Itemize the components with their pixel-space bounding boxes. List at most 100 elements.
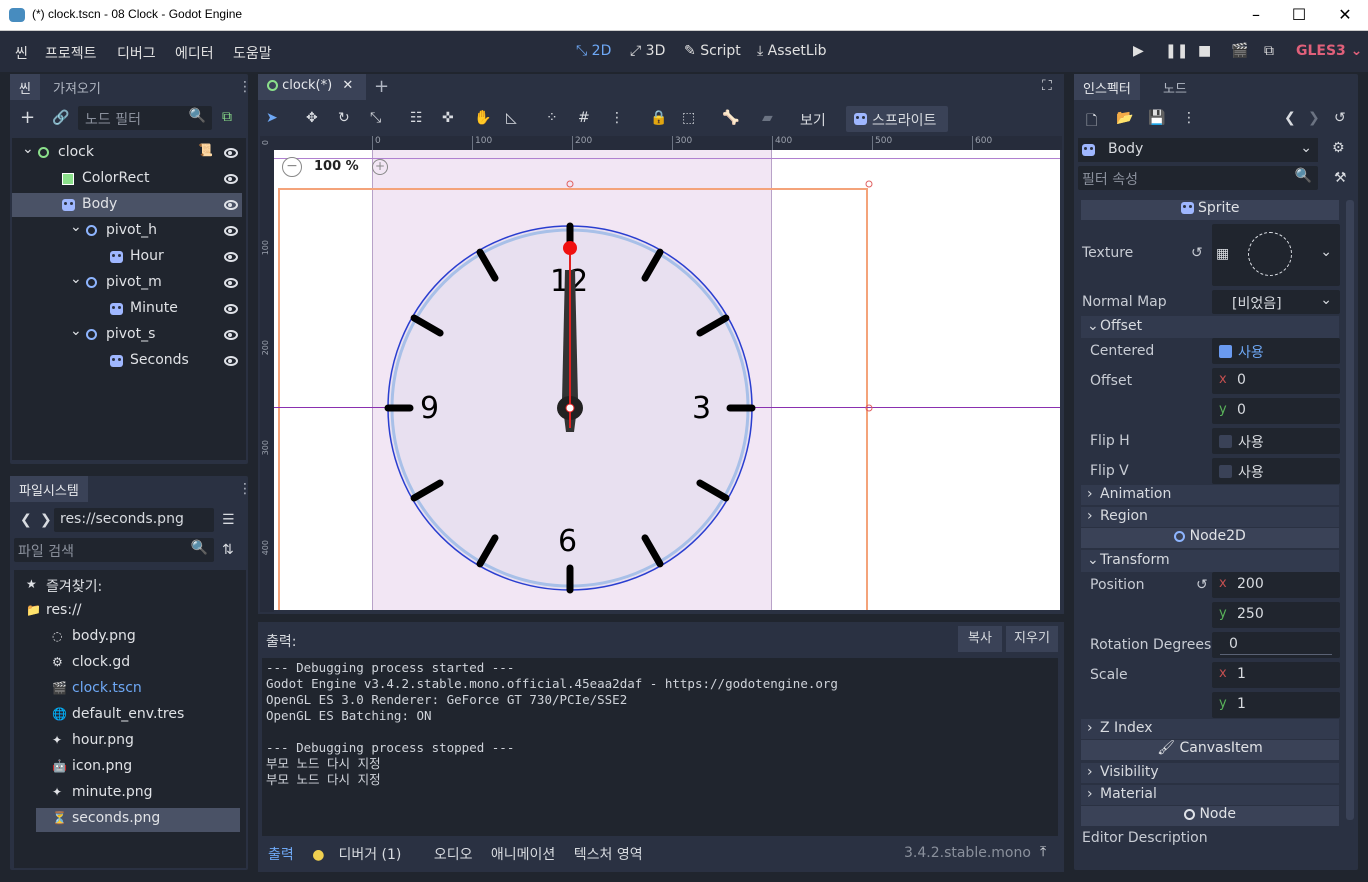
file-item[interactable]: 🌐 default_env.tres [14,704,240,728]
play-custom-scene-icon[interactable]: ⧉ [1264,43,1274,59]
new-resource-icon[interactable]: 🗋 [1086,110,1097,134]
inspector-scrollbar[interactable] [1346,200,1354,820]
smart-snap-icon[interactable]: ⁘ [546,110,558,126]
play-button[interactable]: ▶ [1133,43,1144,59]
play-scene-icon[interactable]: 🎬 [1231,43,1248,59]
scale-tool-icon[interactable]: ⤡ [370,110,381,126]
position-y-field[interactable]: y 250 [1212,602,1340,628]
add-tab-icon[interactable]: + [374,76,389,97]
tab-debugger[interactable]: ● 디버거 (1) [312,847,415,863]
node-tools-icon[interactable]: ⚙ [1332,140,1345,156]
group-region[interactable]: › Region [1081,507,1339,527]
group-z-index[interactable]: › Z Index [1081,719,1339,739]
link-icon[interactable]: 🔗 [52,110,69,126]
offset-x-field[interactable]: x 0 [1212,368,1340,394]
workspace-assetlib-button[interactable]: ⤓ AssetLib [757,43,827,59]
normal-map-field[interactable]: [비었음] ⌄ [1212,290,1340,314]
visibility-eye-icon[interactable] [224,148,238,158]
dock-menu-icon[interactable]: ⋮ [238,481,252,497]
visibility-eye-icon[interactable] [224,330,238,340]
tab-output[interactable]: 출력 [268,847,294,863]
group-visibility[interactable]: › Visibility [1081,763,1339,783]
bone-icon[interactable]: 🦴 [722,110,739,126]
rotate-tool-icon[interactable]: ↻ [338,110,350,126]
texture-preview[interactable]: ▦ ⌄ [1212,224,1340,286]
favorites-label[interactable]: ★ 즐겨찾기: [14,574,240,598]
revert-icon[interactable]: ↺ [1191,245,1203,261]
camera-icon[interactable]: ▰ [762,110,773,126]
property-filter-input[interactable]: 필터 속성 🔍 [1078,166,1318,190]
snap-options-icon[interactable]: ⋮ [610,110,624,126]
pan-tool-icon[interactable]: ✋ [474,110,491,126]
file-item[interactable]: ✦ minute.png [14,782,240,806]
chevron-down-icon[interactable]: ⌄ [70,323,82,339]
menu-help[interactable]: 도움말 [233,43,272,63]
pivot-tool-icon[interactable]: ✜ [442,110,454,126]
centered-checkbox[interactable]: 사용 [1212,338,1340,364]
tree-node[interactable]: Seconds [12,349,242,373]
flip-h-checkbox[interactable]: 사용 [1212,428,1340,454]
resource-menu-icon[interactable]: ⋮ [1182,110,1196,126]
expand-panel-icon[interactable]: ⤒ [1040,844,1046,860]
view-menu[interactable]: 보기 [800,110,826,130]
sprite-menu[interactable]: 스프라이트 [846,106,948,132]
visibility-eye-icon[interactable] [224,252,238,262]
menu-scene[interactable]: 씬 [15,43,28,63]
tree-node[interactable]: pivot_m ⌄ [12,271,242,295]
tree-node[interactable]: clock ⌄ 📜 [12,141,242,165]
tree-node[interactable]: pivot_s ⌄ [12,323,242,347]
file-item[interactable]: 🎬 clock.tscn [14,678,240,702]
back-icon[interactable]: ❮ [20,512,32,528]
tab-inspector[interactable]: 인스펙터 [1074,74,1140,100]
scale-y-field[interactable]: y 1 [1212,692,1340,718]
file-search-input[interactable]: 파일 검색 🔍 [14,538,214,562]
viewport[interactable]: − 100 % + 12 3 6 9 [274,150,1060,610]
minimize-button[interactable]: – [1245,4,1267,26]
object-history-icon[interactable]: ↺ [1334,110,1346,126]
handle-top[interactable] [566,180,574,188]
history-forward-icon[interactable]: ❯ [1308,110,1320,126]
close-tab-icon[interactable]: ✕ [342,78,353,93]
file-item[interactable]: ⚙ clock.gd [14,652,240,676]
add-node-icon[interactable]: + [20,107,35,128]
copy-button[interactable]: 복사 [958,626,1002,652]
group-material[interactable]: › Material [1081,785,1339,805]
group-offset[interactable]: ⌄ Offset [1081,316,1339,338]
group-transform[interactable]: ⌄ Transform [1081,550,1339,572]
file-item[interactable]: 🤖 icon.png [14,756,240,780]
tree-node[interactable]: Body [12,193,242,217]
sort-icon[interactable]: ⇅ [222,542,234,558]
menu-project[interactable]: 프로젝트 [45,43,97,63]
lock-icon[interactable]: 🔒 [650,110,667,126]
tree-node[interactable]: Minute [12,297,242,321]
node-filter-input[interactable]: 노드 필터 🔍 [78,106,212,130]
visibility-eye-icon[interactable] [224,226,238,236]
menu-debug[interactable]: 디버그 [117,43,156,63]
file-item[interactable]: ✦ hour.png [14,730,240,754]
distraction-free-icon[interactable]: ⛶ [1042,78,1052,94]
flip-v-checkbox[interactable]: 사용 [1212,458,1340,484]
visibility-eye-icon[interactable] [224,174,238,184]
path-field[interactable]: res://seconds.png [54,508,214,532]
renderer-select[interactable]: GLES3 ⌄ [1296,43,1362,59]
tree-node[interactable]: pivot_h ⌄ [12,219,242,243]
tab-texture-region[interactable]: 텍스처 영역 [574,847,643,863]
dock-menu-icon[interactable]: ⋮ [238,79,252,95]
instance-scene-icon[interactable]: ⧉ [222,109,232,125]
open-resource-icon[interactable]: 📂 [1116,110,1133,126]
close-window-button[interactable]: ✕ [1334,4,1356,26]
handle-top-right[interactable] [865,180,873,188]
visibility-eye-icon[interactable] [224,304,238,314]
node-selector[interactable]: Body ⌄ [1078,138,1318,162]
visibility-eye-icon[interactable] [224,278,238,288]
visibility-eye-icon[interactable] [224,200,238,210]
group-icon[interactable]: ⬚ [682,110,695,126]
output-log[interactable]: --- Debugging process started --- Godot … [262,658,1058,836]
tab-scene-file[interactable]: clock(*) ✕ [258,74,366,100]
position-x-field[interactable]: x 200 [1212,572,1340,598]
offset-y-field[interactable]: y 0 [1212,398,1340,424]
scale-x-field[interactable]: x 1 [1212,662,1340,688]
ruler-tool-icon[interactable]: ◺ [506,110,517,126]
rotation-slider[interactable]: 0 [1212,632,1340,658]
tab-audio[interactable]: 오디오 [434,847,473,863]
